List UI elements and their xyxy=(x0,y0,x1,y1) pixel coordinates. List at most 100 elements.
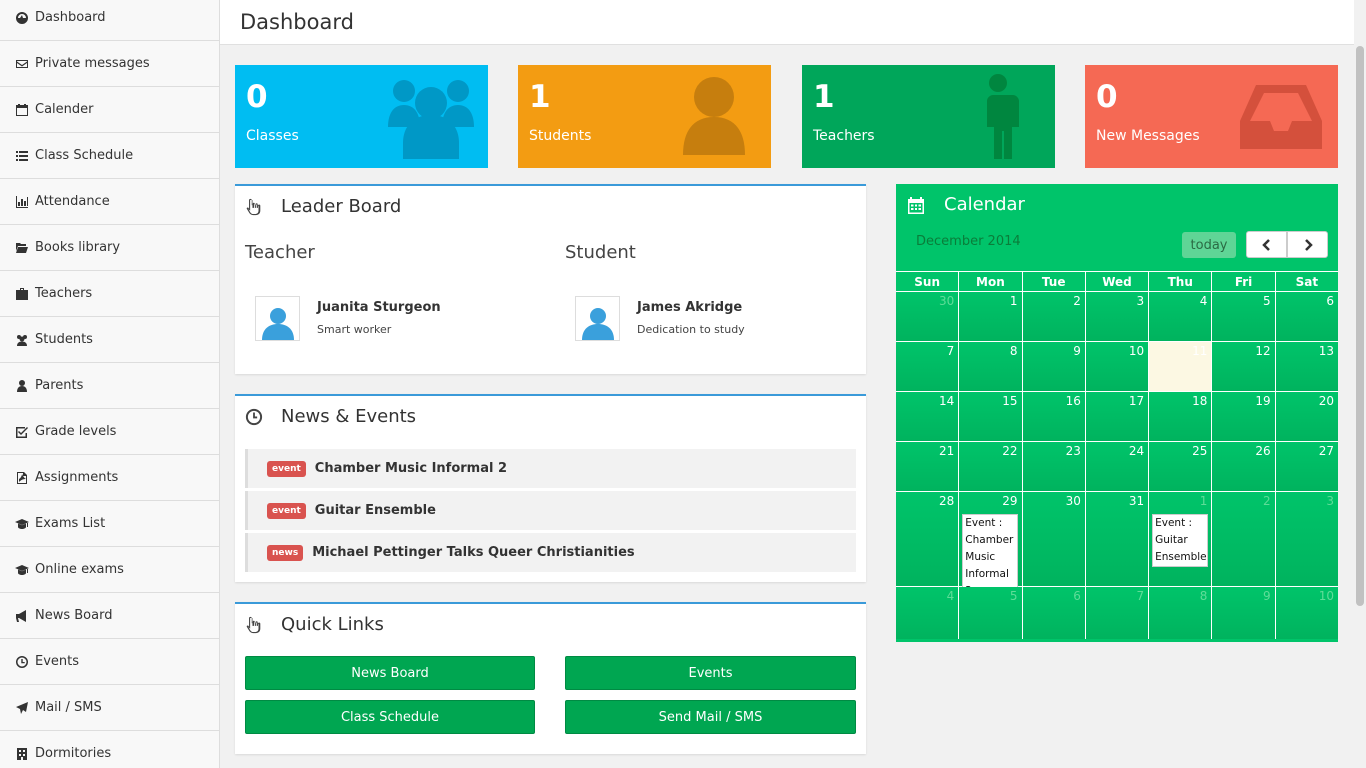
calendar-day-cell[interactable]: 10 xyxy=(1084,342,1149,391)
calendar-day-cell[interactable]: 15 xyxy=(958,392,1022,441)
sidebar-item-exams-list[interactable]: Exams List xyxy=(0,501,219,547)
calendar-event[interactable]: Event : Guitar Ensemble xyxy=(1152,514,1209,567)
news-item[interactable]: event Guitar Ensemble xyxy=(245,491,856,530)
sidebar-item-label: Online exams xyxy=(35,562,124,577)
calendar-day-cell[interactable]: 3 xyxy=(1084,292,1149,341)
sidebar-item-calender[interactable]: Calender xyxy=(0,87,219,133)
calendar-day-cell[interactable]: 1 xyxy=(958,292,1022,341)
sidebar-item-dormitories[interactable]: Dormitories xyxy=(0,731,219,768)
calendar-day-cell[interactable]: 9 xyxy=(1021,342,1085,391)
calendar-day-cell[interactable]: 30 xyxy=(1021,492,1085,586)
calendar-day-cell[interactable]: 5 xyxy=(958,587,1022,639)
calendar-day-cell[interactable]: 19 xyxy=(1211,392,1275,441)
calendar-day-number: 17 xyxy=(1128,394,1145,408)
calendar-day-cell[interactable]: 5 xyxy=(1211,292,1275,341)
sidebar-item-label: Mail / SMS xyxy=(35,700,102,715)
calendar-day-cell[interactable]: 14 xyxy=(896,392,959,441)
calendar-day-cell[interactable]: 2 xyxy=(1211,492,1275,586)
calendar-day-cell[interactable]: 23 xyxy=(1021,442,1085,491)
sidebar-item-label: Exams List xyxy=(35,516,106,531)
leader-board-title: Leader Board xyxy=(281,196,402,217)
calendar-day-cell[interactable]: 29Event : Chamber Music Informal 2 xyxy=(958,492,1022,601)
calendar-day-cell[interactable]: 6 xyxy=(1274,292,1338,341)
users-icon xyxy=(17,334,27,346)
calendar-day-cell[interactable]: 26 xyxy=(1211,442,1275,491)
scrollbar-thumb[interactable] xyxy=(1356,46,1364,606)
sidebar-item-events[interactable]: Events xyxy=(0,639,219,685)
calendar-day-cell[interactable]: 4 xyxy=(896,587,959,639)
sidebar-item-class-schedule[interactable]: Class Schedule xyxy=(0,133,219,179)
briefcase-icon xyxy=(16,287,28,300)
sidebar-item-assignments[interactable]: Assignments xyxy=(0,455,219,501)
calendar-day-cell[interactable]: 21 xyxy=(896,442,959,491)
sidebar-item-private-messages[interactable]: Private messages xyxy=(0,41,219,87)
list-icon xyxy=(16,150,28,161)
next-month-button[interactable] xyxy=(1287,231,1328,258)
sidebar-item-dashboard[interactable]: Dashboard xyxy=(0,0,219,41)
calendar-day-cell[interactable]: 7 xyxy=(896,342,959,391)
calendar-day-cell[interactable]: 18 xyxy=(1148,392,1212,441)
calendar-day-cell[interactable]: 8 xyxy=(1148,587,1212,639)
calendar-day-cell[interactable]: 24 xyxy=(1084,442,1149,491)
leader-board-header: Leader Board xyxy=(245,196,401,217)
calendar-day-cell[interactable]: 28 xyxy=(896,492,959,586)
sidebar-item-label: News Board xyxy=(35,608,113,623)
class-schedule-button[interactable]: Class Schedule xyxy=(245,700,535,734)
sidebar-item-news-board[interactable]: News Board xyxy=(0,593,219,639)
sidebar-item-parents[interactable]: Parents xyxy=(0,363,219,409)
scrollbar[interactable] xyxy=(1354,0,1366,768)
calendar-day-cell[interactable]: 22 xyxy=(958,442,1022,491)
calendar-day-cell[interactable]: 12 xyxy=(1211,342,1275,391)
calendar-day-cell[interactable]: 11 xyxy=(1148,342,1212,391)
sidebar-item-teachers[interactable]: Teachers xyxy=(0,271,219,317)
calendar-day-cell[interactable]: 7 xyxy=(1084,587,1149,639)
calendar-day-cell[interactable]: 31 xyxy=(1084,492,1149,586)
calendar-day-cell[interactable]: 25 xyxy=(1148,442,1212,491)
student-column: Student James Akridge Dedication to stud… xyxy=(565,242,865,341)
calendar-month: December 2014 xyxy=(916,234,1021,249)
calendar-icon xyxy=(16,103,28,116)
calendar-day-number: 15 xyxy=(1002,394,1018,408)
calendar-day-cell[interactable]: 1 Event : Guitar Ensemble xyxy=(1148,492,1212,586)
event-badge: event xyxy=(267,502,306,519)
calendar-day-cell[interactable]: 6 xyxy=(1021,587,1085,639)
sidebar-item-students[interactable]: Students xyxy=(0,317,219,363)
calendar-day-number: 8 xyxy=(1199,589,1208,603)
sidebar-item-attendance[interactable]: Attendance xyxy=(0,179,219,225)
calendar-day-cell[interactable]: 10 xyxy=(1274,587,1338,639)
chevron-right-icon xyxy=(1304,238,1313,251)
send-mail-sms-button[interactable]: Send Mail / SMS xyxy=(565,700,856,734)
top-student[interactable]: James Akridge Dedication to study xyxy=(575,296,745,341)
calendar-day-number: 1 xyxy=(1199,494,1208,508)
calendar-day-cell[interactable]: 9 xyxy=(1211,587,1275,639)
news-board-button[interactable]: News Board xyxy=(245,656,535,690)
calendar-week-row: 21 22 23 24 25 26 27 xyxy=(896,441,1338,491)
sidebar-item-mail-sms[interactable]: Mail / SMS xyxy=(0,685,219,731)
classes-tile[interactable]: 0 Classes xyxy=(235,65,488,168)
top-teacher[interactable]: Juanita Sturgeon Smart worker xyxy=(255,296,441,341)
calendar-day-cell[interactable]: 20 xyxy=(1274,392,1338,441)
events-button[interactable]: Events xyxy=(565,656,856,690)
day-of-week-header: Wed xyxy=(1084,272,1148,291)
calendar-day-number: 8 xyxy=(1009,344,1018,358)
calendar-day-cell[interactable]: 17 xyxy=(1084,392,1149,441)
calendar-day-cell[interactable]: 4 xyxy=(1148,292,1212,341)
calendar-day-cell[interactable]: 30 xyxy=(896,292,959,341)
today-button[interactable]: today xyxy=(1182,232,1236,258)
messages-tile[interactable]: 0 New Messages xyxy=(1085,65,1338,168)
students-tile[interactable]: 1 Students xyxy=(518,65,771,168)
news-item[interactable]: news Michael Pettinger Talks Queer Chris… xyxy=(245,533,856,572)
sidebar-item-grade-levels[interactable]: Grade levels xyxy=(0,409,219,455)
calendar-day-cell[interactable]: 3 xyxy=(1274,492,1338,586)
calendar-day-cell[interactable]: 2 xyxy=(1021,292,1085,341)
prev-month-button[interactable] xyxy=(1246,231,1287,258)
calendar-day-cell[interactable]: 13 xyxy=(1274,342,1338,391)
news-item[interactable]: event Chamber Music Informal 2 xyxy=(245,449,856,488)
sidebar-item-books-library[interactable]: Books library xyxy=(0,225,219,271)
sidebar-item-online-exams[interactable]: Online exams xyxy=(0,547,219,593)
users-icon xyxy=(388,80,474,159)
teachers-tile[interactable]: 1 Teachers xyxy=(802,65,1055,168)
calendar-day-cell[interactable]: 8 xyxy=(958,342,1022,391)
calendar-day-cell[interactable]: 27 xyxy=(1274,442,1338,491)
calendar-day-cell[interactable]: 16 xyxy=(1021,392,1085,441)
